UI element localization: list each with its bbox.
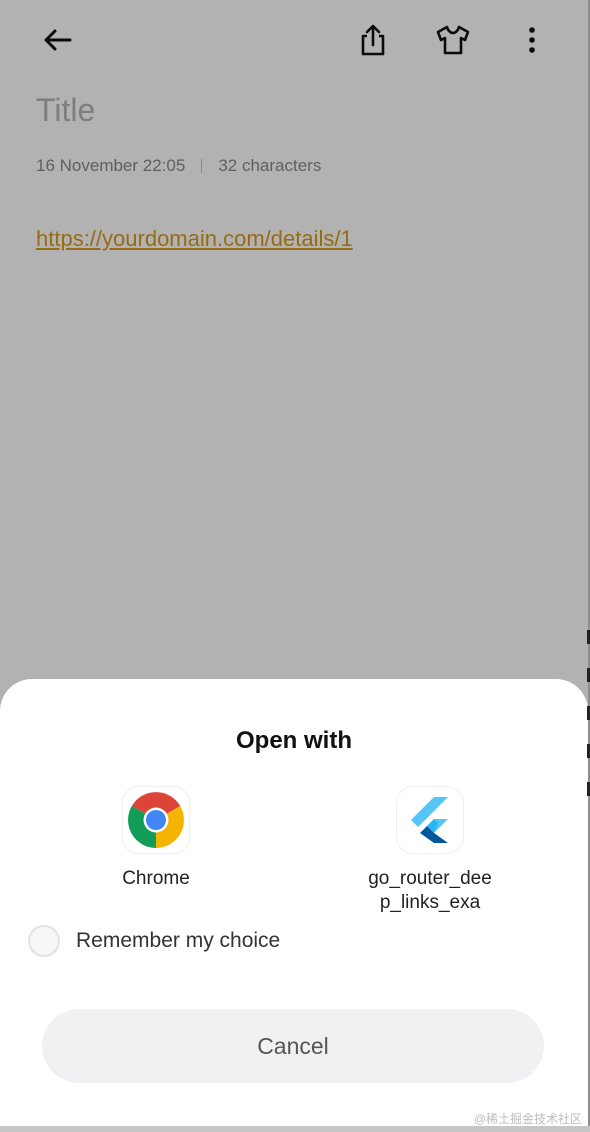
app-label-go-router: go_router_deep_links_exa [368, 868, 492, 913]
open-with-sheet: Open with Chrome go_router_deep_links_ex… [0, 679, 588, 1132]
flutter-icon-tile [397, 787, 463, 853]
remember-choice-label: Remember my choice [76, 929, 281, 952]
sheet-title: Open with [236, 727, 352, 754]
bottom-edge-line [0, 1126, 590, 1132]
flutter-icon [411, 797, 448, 843]
cancel-button[interactable]: Cancel [42, 1009, 544, 1083]
app-option-chrome[interactable]: Chrome [76, 787, 236, 891]
chrome-icon [128, 792, 184, 848]
screen: Title 16 November 22:05 32 characters ht… [0, 0, 590, 1132]
app-label-chrome: Chrome [122, 868, 190, 889]
chrome-icon-tile [123, 787, 189, 853]
watermark: @稀土掘金技术社区 [473, 1112, 582, 1126]
remember-choice-row[interactable]: Remember my choice [28, 925, 280, 957]
remember-choice-radio[interactable] [28, 925, 60, 957]
app-option-go-router[interactable]: go_router_deep_links_exa [350, 787, 510, 915]
